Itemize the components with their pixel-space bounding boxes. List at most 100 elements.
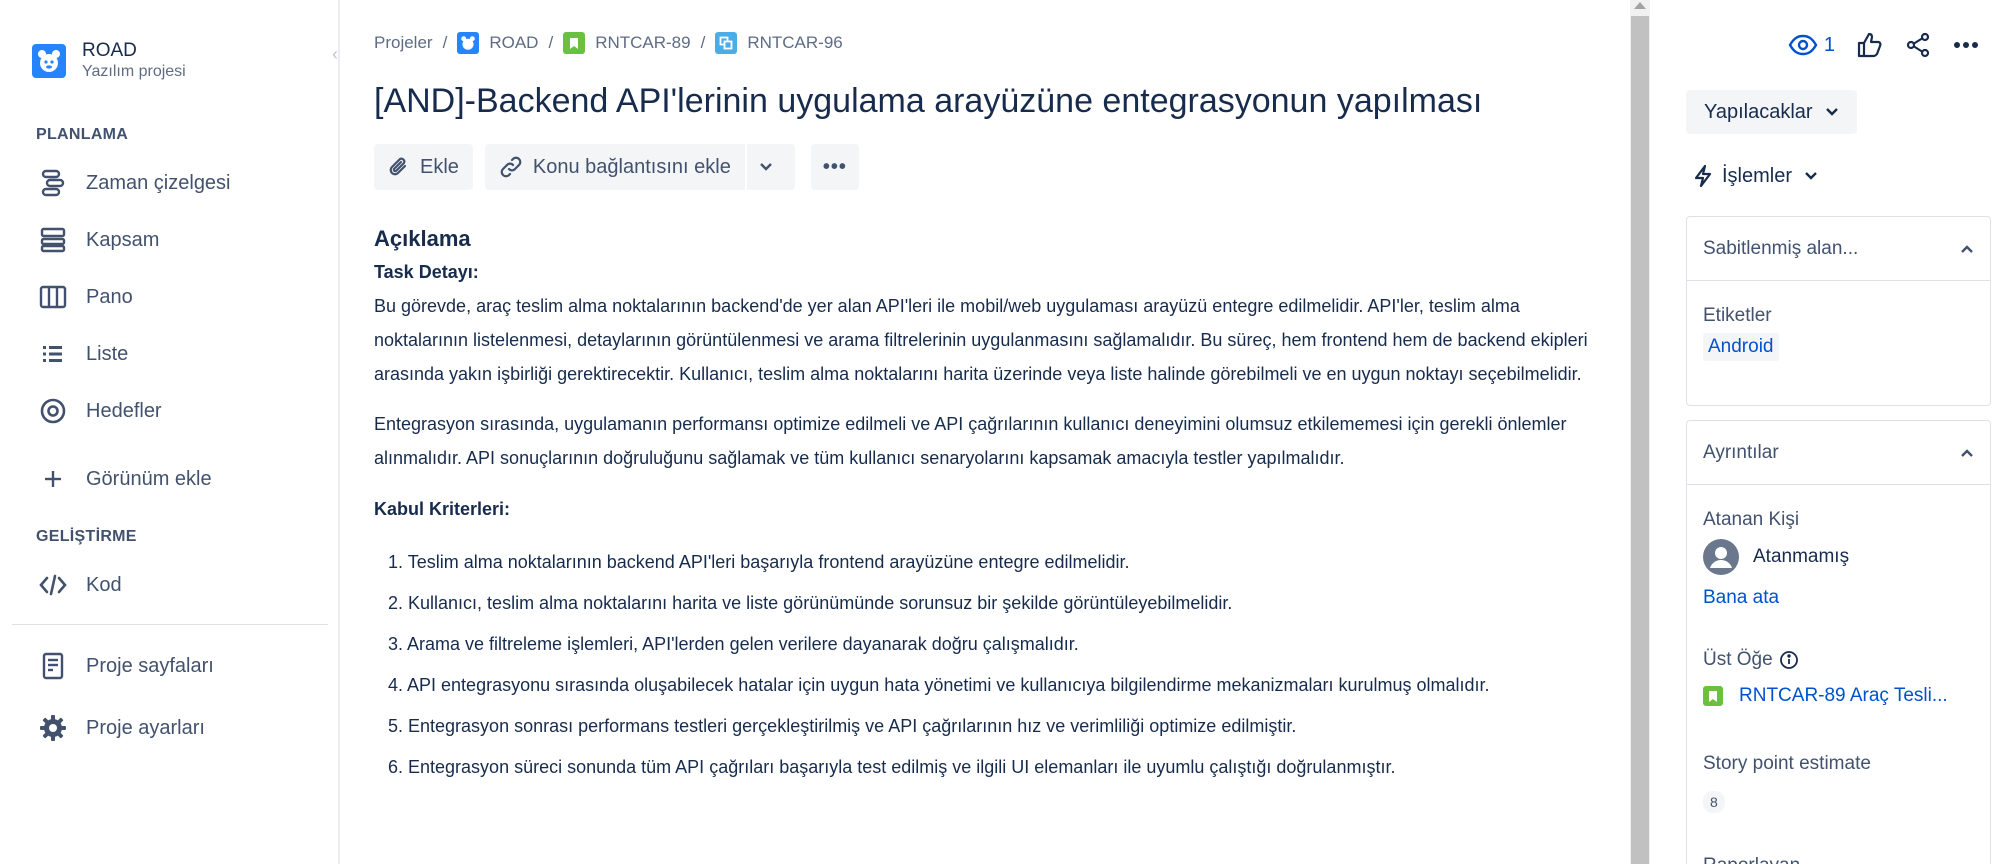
chevron-down-icon: [759, 162, 783, 172]
list-item: 5. Entegrasyon sonrası performans testle…: [388, 716, 1297, 736]
thumbs-up-icon: [1857, 32, 1883, 58]
more-options-button[interactable]: [1953, 41, 1979, 49]
pinned-fields-header[interactable]: Sabitlenmiş alan...: [1687, 217, 1990, 281]
sidebar-item-code[interactable]: Kod: [36, 565, 122, 605]
share-button[interactable]: [1905, 32, 1931, 58]
criteria-heading: Kabul Kriterleri:: [374, 499, 511, 519]
scrollbar-thumb[interactable]: [1631, 16, 1649, 864]
paperclip-icon: [388, 156, 420, 178]
list-item: 1. Teslim alma noktalarının backend API'…: [388, 552, 1130, 572]
sidebar-item-label: Kod: [86, 573, 122, 596]
project-header[interactable]: ROAD Yazılım projesi: [32, 40, 186, 82]
breadcrumb-separator: /: [442, 33, 448, 52]
actions-label: İşlemler: [1722, 164, 1793, 187]
link-issue-group: Konu bağlantısını ekle: [484, 144, 795, 190]
attach-label: Ekle: [420, 155, 459, 178]
sidebar-item-label: Zaman çizelgesi: [86, 171, 231, 194]
status-label: Yapılacaklar: [1704, 100, 1813, 123]
story-icon: [563, 32, 586, 54]
status-dropdown[interactable]: Yapılacaklar: [1686, 90, 1857, 134]
chevron-down-icon: [1825, 107, 1839, 117]
sidebar-item-project-settings[interactable]: Proje ayarları: [36, 708, 205, 748]
pinned-fields-heading: Sabitlenmiş alan...: [1703, 237, 1859, 259]
breadcrumb-separator: /: [548, 33, 554, 52]
details-section: Ayrıntılar Atanan Kişi Atanmamış Bana at…: [1686, 420, 1991, 864]
parent-value: RNTCAR-89 Araç Tesli...: [1739, 685, 1948, 706]
sidebar-item-label: Liste: [86, 342, 129, 365]
project-name: ROAD: [82, 40, 137, 61]
link-issue-dropdown[interactable]: [746, 144, 795, 190]
label-tag[interactable]: Android: [1703, 333, 1779, 361]
description-section[interactable]: Açıklama Task Detayı: Bu görevde, araç t…: [374, 226, 1594, 796]
more-icon: •••: [822, 155, 847, 178]
backlog-icon: [36, 225, 70, 255]
story-points-label: Story point estimate: [1703, 753, 1871, 774]
assignee-field-label: Atanan Kişi: [1703, 509, 1800, 530]
criteria-list: 1. Teslim alma noktalarının backend API'…: [374, 550, 1594, 779]
avatar: [1703, 539, 1739, 575]
actions-dropdown[interactable]: İşlemler: [1686, 156, 1818, 196]
add-view-label: Görünüm ekle: [86, 467, 212, 490]
issue-top-actions: 1: [1766, 32, 1979, 58]
share-icon: [1905, 32, 1931, 58]
breadcrumb-issue[interactable]: RNTCAR-96: [747, 33, 842, 53]
sidebar-item-goals[interactable]: Hedefler: [36, 391, 162, 431]
scroll-up-icon[interactable]: [1634, 2, 1646, 9]
breadcrumb-separator: /: [700, 33, 706, 52]
breadcrumb-projects[interactable]: Projeler: [374, 33, 433, 53]
collapse-sidebar-icon[interactable]: ‹: [332, 44, 338, 65]
story-points-value[interactable]: 8: [1703, 791, 1725, 813]
plus-icon: [36, 464, 70, 494]
more-icon: [1953, 41, 1979, 49]
sidebar-item-backlog[interactable]: Kapsam: [36, 220, 159, 260]
timeline-icon: [36, 168, 70, 198]
list-item: 6. Entegrasyon süreci sonunda tüm API ça…: [388, 757, 1396, 777]
link-issue-button[interactable]: Konu bağlantısını ekle: [484, 144, 745, 190]
sidebar-item-label: Pano: [86, 285, 133, 308]
code-icon: [36, 570, 70, 600]
attach-button[interactable]: Ekle: [374, 144, 473, 190]
pinned-fields-panel: Sabitlenmiş alan... Etiketler Android: [1686, 216, 1991, 406]
list-item: 4. API entegrasyonu sırasında oluşabilec…: [388, 675, 1490, 695]
info-icon[interactable]: [1779, 650, 1799, 670]
sidebar: ROAD Yazılım projesi ‹ PLANLAMA Zaman çi…: [0, 0, 340, 864]
breadcrumb-epic[interactable]: RNTCAR-89: [595, 33, 690, 53]
list-icon: [36, 339, 70, 369]
project-type: Yazılım projesi: [82, 63, 186, 80]
sidebar-item-list[interactable]: Liste: [36, 334, 128, 374]
details-header[interactable]: Ayrıntılar: [1687, 421, 1990, 485]
project-avatar-icon: [32, 44, 66, 78]
sidebar-item-label: Hedefler: [86, 399, 162, 422]
assignee-field[interactable]: Atanmamış: [1703, 539, 1974, 575]
like-button[interactable]: [1857, 32, 1883, 58]
link-icon: [499, 155, 533, 179]
section-dev-label: GELİŞTİRME: [36, 528, 137, 545]
issue-title[interactable]: [AND]-Backend API'lerinin uygulama arayü…: [374, 82, 1482, 121]
reporter-field-label: Raporlayan: [1703, 855, 1974, 864]
description-paragraph: Bu görevde, araç teslim alma noktalarını…: [374, 296, 1588, 384]
sidebar-item-label: Kapsam: [86, 228, 160, 251]
labels-field-label: Etiketler: [1703, 305, 1772, 326]
description-paragraph: Entegrasyon sırasında, uygulamanın perfo…: [374, 414, 1567, 468]
sidebar-item-project-pages[interactable]: Proje sayfaları: [36, 646, 214, 686]
settings-icon: [36, 713, 70, 743]
watch-button[interactable]: 1: [1788, 34, 1835, 57]
assign-to-me-link[interactable]: Bana ata: [1703, 587, 1974, 609]
story-icon: [1703, 686, 1723, 706]
parent-field-label: Üst Öğe: [1703, 649, 1773, 670]
link-issue-label: Konu bağlantısını ekle: [532, 155, 731, 178]
more-actions-button[interactable]: •••: [810, 144, 859, 190]
sidebar-item-board[interactable]: Pano: [36, 277, 133, 317]
sidebar-divider: [12, 624, 328, 625]
parent-link[interactable]: RNTCAR-89 Araç Tesli...: [1703, 685, 1974, 707]
breadcrumb-project[interactable]: ROAD: [489, 33, 538, 53]
chevron-up-icon: [1960, 448, 1974, 458]
chevron-down-icon: [1804, 171, 1818, 181]
add-view-button[interactable]: Görünüm ekle: [36, 459, 212, 499]
chevron-up-icon: [1960, 244, 1974, 254]
subtask-icon: [715, 32, 738, 54]
project-avatar-icon: [457, 32, 480, 54]
sidebar-item-timeline[interactable]: Zaman çizelgesi: [36, 163, 231, 203]
issue-main: Projeler / ROAD / RNTCAR-89 / RNTCAR-96 …: [340, 0, 1630, 864]
eye-icon: [1788, 34, 1818, 56]
